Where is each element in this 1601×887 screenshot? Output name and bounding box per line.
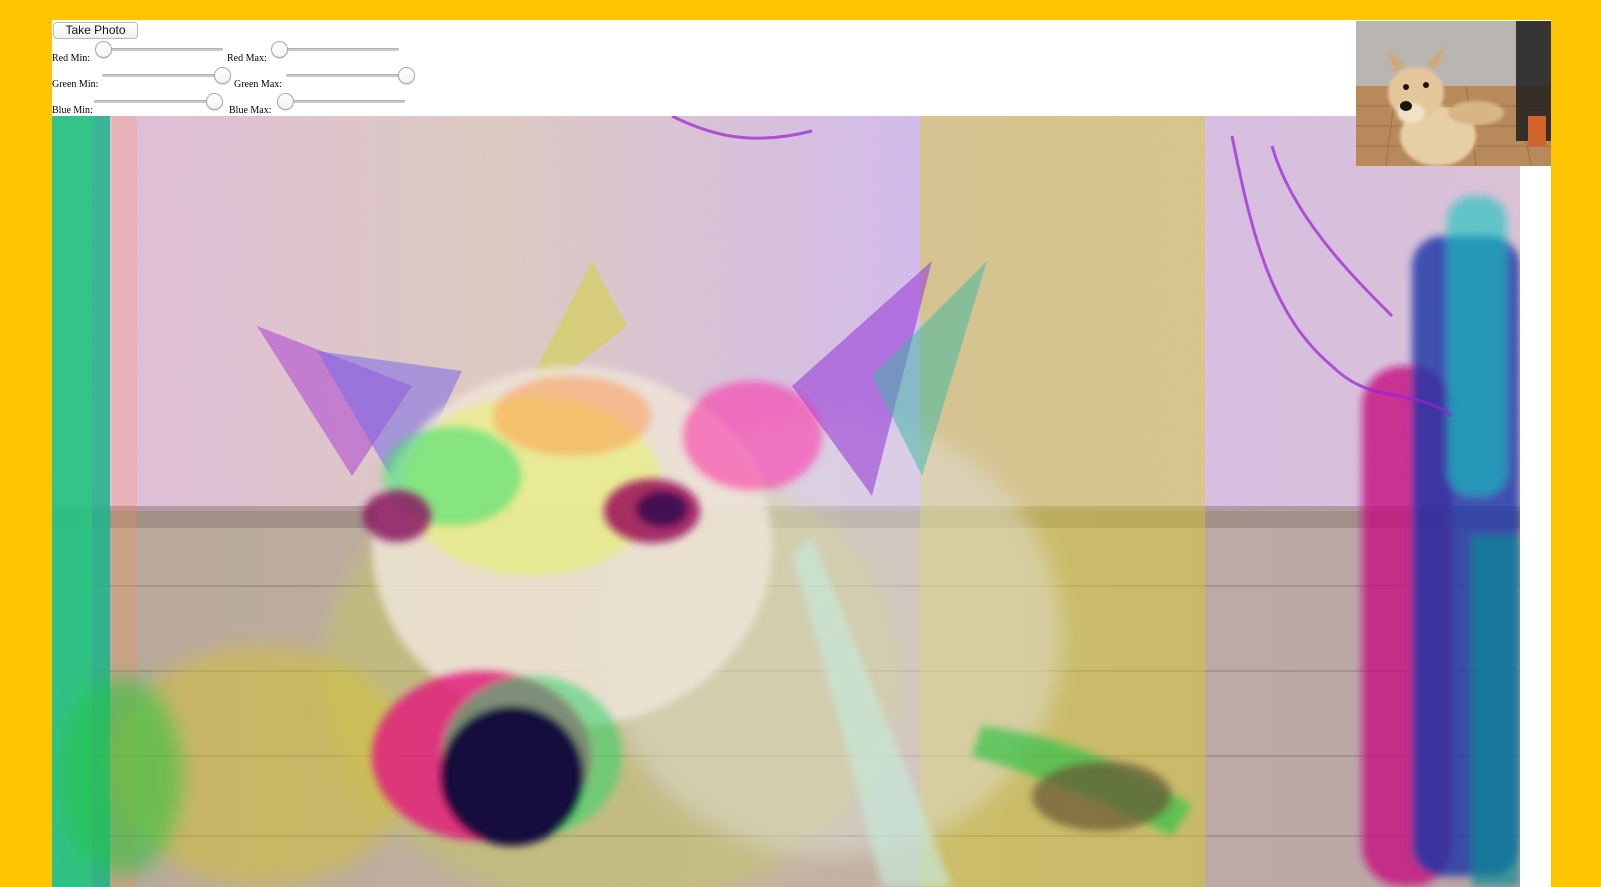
rgb-split-dog-image bbox=[52, 116, 1520, 887]
green-max-label: Green Max: bbox=[234, 79, 283, 90]
slider-track bbox=[271, 48, 399, 51]
webcam-preview bbox=[1356, 21, 1551, 166]
take-photo-button[interactable]: Take Photo bbox=[53, 22, 138, 39]
blue-max-slider[interactable] bbox=[277, 92, 405, 110]
app-page: Take Photo Red Min: Red Max: Green Min: … bbox=[52, 20, 1551, 887]
slider-thumb[interactable] bbox=[277, 93, 294, 110]
filtered-photo-canvas bbox=[52, 116, 1520, 887]
slider-thumb[interactable] bbox=[214, 67, 231, 84]
slider-thumb[interactable] bbox=[271, 41, 288, 58]
slider-track bbox=[286, 74, 414, 77]
filter-controls: Take Photo Red Min: Red Max: Green Min: … bbox=[52, 20, 572, 118]
slider-track bbox=[102, 74, 230, 77]
blue-max-label: Blue Max: bbox=[229, 105, 272, 116]
red-min-label: Red Min: bbox=[52, 53, 91, 64]
slider-thumb[interactable] bbox=[95, 41, 112, 58]
slider-thumb[interactable] bbox=[398, 67, 415, 84]
slider-track bbox=[95, 48, 223, 51]
red-min-slider[interactable] bbox=[95, 40, 223, 58]
slider-track bbox=[277, 100, 405, 103]
slider-thumb[interactable] bbox=[206, 93, 223, 110]
blue-min-slider[interactable] bbox=[94, 92, 223, 110]
slider-track bbox=[94, 100, 222, 103]
green-min-slider[interactable] bbox=[102, 66, 231, 84]
webcam-dog-image bbox=[1356, 21, 1551, 166]
green-min-label: Green Min: bbox=[52, 79, 99, 90]
green-max-slider[interactable] bbox=[286, 66, 415, 84]
red-max-label: Red Max: bbox=[227, 53, 267, 64]
blue-min-label: Blue Min: bbox=[52, 105, 93, 116]
red-max-slider[interactable] bbox=[271, 40, 399, 58]
